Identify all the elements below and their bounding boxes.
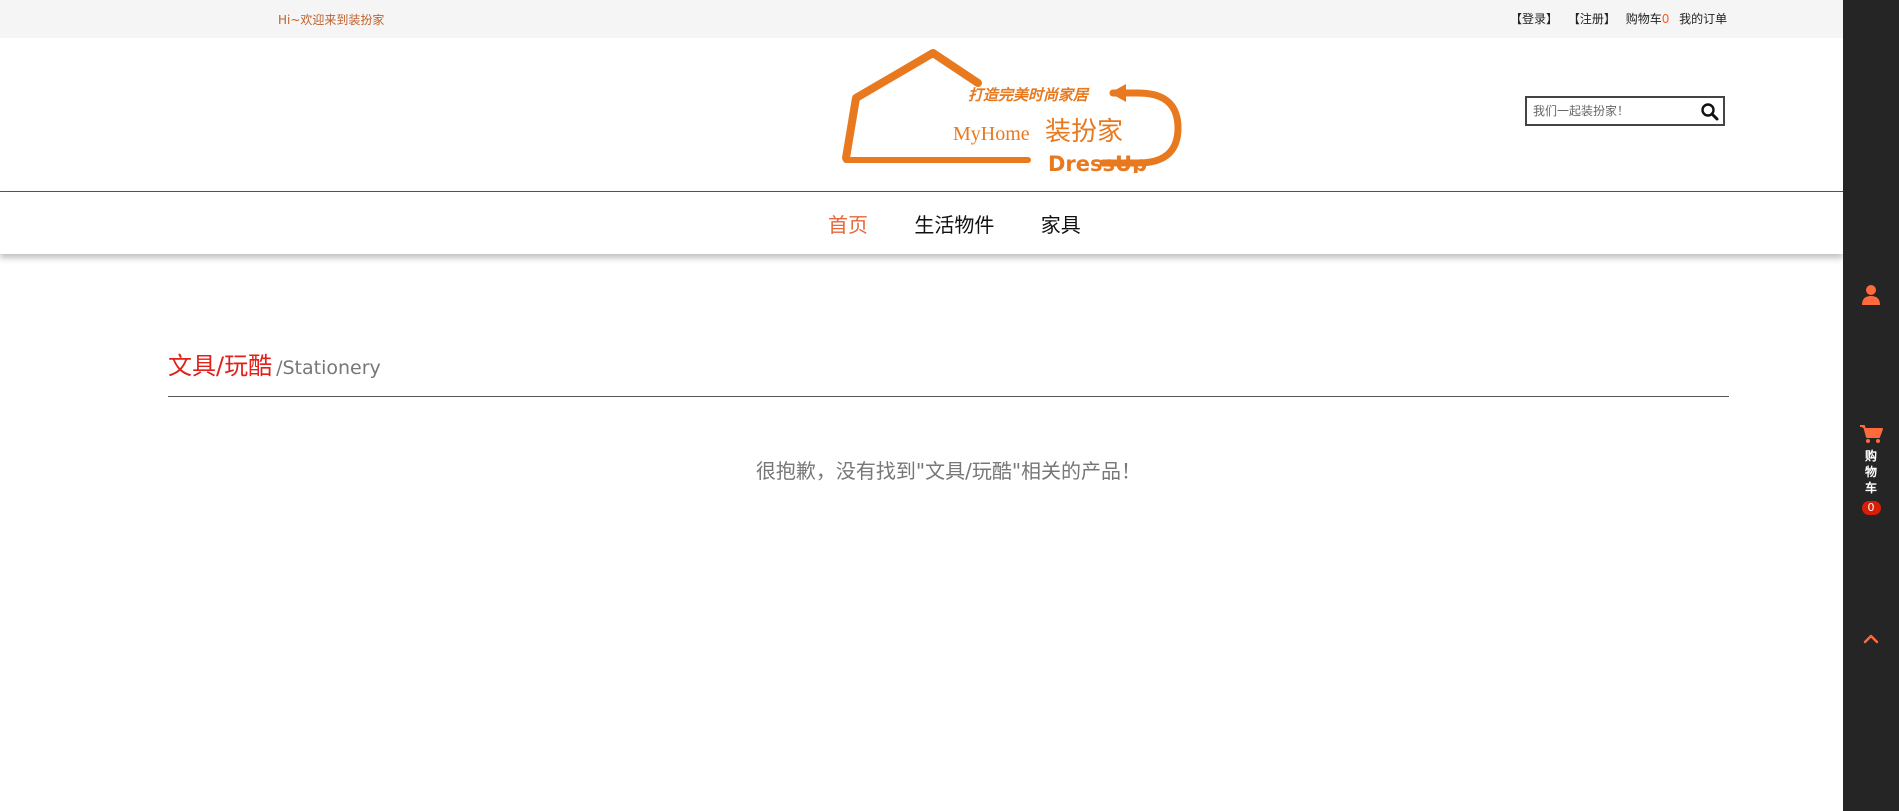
login-link[interactable]: 【登录】 [1510,12,1558,26]
register-link[interactable]: 【注册】 [1568,12,1616,26]
section-divider [168,396,1729,397]
logo-slogan: 打造完美时尚家居 [968,86,1090,104]
top-bar: Hi~欢迎来到装扮家 【登录】 【注册】 购物车0 我的订单 [0,0,1843,38]
cart-link[interactable]: 购物车0 [1626,12,1670,26]
logo-brand-cn: 装扮家 [1045,117,1123,147]
empty-result-message: 很抱歉，没有找到"文具/玩酷"相关的产品！ [755,459,1142,483]
top-links: 【登录】 【注册】 购物车0 我的订单 [1510,10,1727,27]
sidebar-cart-label: 购物车 [1864,449,1877,495]
section-title-en: /Stationery [276,357,381,379]
nav-item-home[interactable]: 首页 [828,213,868,237]
search-icon[interactable] [1700,102,1720,122]
section-title: 文具/玩酷/Stationery [168,346,381,381]
nav-items: 首页 生活物件 家具 [828,209,1121,238]
search-input[interactable] [1527,98,1693,124]
header: 打造完美时尚家居 MyHome 装扮家 DressUp [0,38,1843,191]
nav-item-living[interactable]: 生活物件 [914,213,994,237]
sidebar-cart-count: 0 [1861,501,1881,515]
nav-item-furniture[interactable]: 家具 [1041,213,1081,237]
logo-brand-en: MyHome [953,123,1030,145]
site-logo[interactable]: 打造完美时尚家居 MyHome 装扮家 DressUp [838,48,1218,173]
cart-icon [1860,425,1883,443]
cart-count: 0 [1661,12,1670,26]
right-sidebar: 购物车 0 [1843,0,1899,811]
cart-link-label: 购物车 [1625,12,1662,26]
search-box [1525,96,1725,126]
orders-link[interactable]: 我的订单 [1679,12,1727,26]
main-nav: 首页 生活物件 家具 [0,192,1843,254]
welcome-text: Hi~欢迎来到装扮家 [278,13,385,27]
chevron-up-icon[interactable] [1861,630,1881,646]
user-icon[interactable] [1861,284,1881,306]
logo-brand-sub: DressUp [1048,152,1147,173]
sidebar-cart[interactable]: 购物车 0 [1857,424,1885,515]
section-title-cn: 文具/玩酷 [168,352,273,380]
